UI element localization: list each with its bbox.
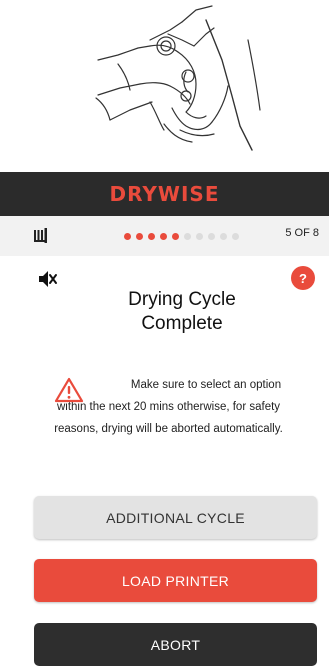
step-progress-bar: 5 OF 8	[0, 216, 329, 256]
help-button[interactable]: ?	[291, 266, 315, 290]
abort-label: ABORT	[150, 636, 201, 653]
abort-button[interactable]: ABORT	[34, 623, 317, 666]
progress-dot-complete	[136, 233, 143, 240]
progress-dot-complete	[124, 233, 131, 240]
step-dots	[124, 233, 239, 240]
additional-cycle-button[interactable]: ADDITIONAL CYCLE	[34, 496, 317, 539]
load-printer-label: LOAD PRINTER	[121, 572, 230, 589]
progress-dot-complete	[160, 233, 167, 240]
additional-cycle-label: ADDITIONAL CYCLE	[106, 509, 245, 526]
brand-logo: DRYWISE	[109, 182, 220, 206]
progress-dot-complete	[148, 233, 155, 240]
warning-line: reasons, drying will be aborted automati…	[54, 423, 283, 435]
help-label: ?	[299, 270, 307, 286]
page-title-text: Drying Cycle Complete	[128, 289, 236, 334]
page-title: Drying Cycle Complete	[0, 288, 329, 336]
hand-cutting-filament-illustration	[0, 0, 329, 172]
speaker-muted-icon[interactable]	[36, 268, 58, 290]
step-counter: 5 OF 8	[285, 227, 319, 239]
progress-dot-pending	[220, 233, 227, 240]
warning-message: Make sure to select an option within the…	[20, 374, 317, 440]
brand-header: DRYWISE	[0, 172, 329, 216]
load-printer-button[interactable]: LOAD PRINTER	[34, 559, 317, 602]
warning-triangle-icon	[54, 377, 84, 403]
progress-dot-pending	[184, 233, 191, 240]
progress-dot-complete	[172, 233, 179, 240]
progress-dot-pending	[196, 233, 203, 240]
progress-dot-pending	[208, 233, 215, 240]
progress-dot-pending	[232, 233, 239, 240]
filament-device-icon	[34, 228, 47, 243]
